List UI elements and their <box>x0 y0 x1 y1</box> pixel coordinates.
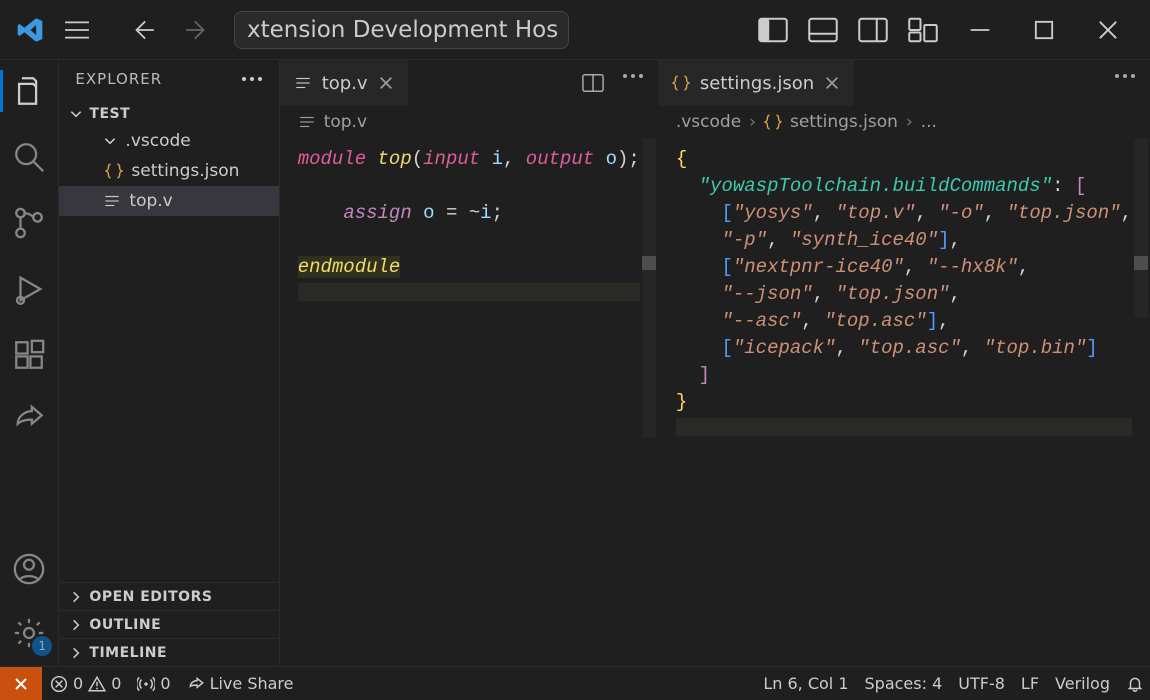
chevron-right-icon <box>69 618 83 632</box>
tab-settings-json[interactable]: settings.json <box>658 60 854 106</box>
tree-file-label: top.v <box>129 191 172 211</box>
error-count: 0 <box>73 674 83 693</box>
explorer-title: EXPLORER <box>75 70 162 88</box>
live-share-label: Live Share <box>210 674 294 693</box>
settings-badge: 1 <box>32 636 52 656</box>
braces-icon <box>764 113 782 131</box>
explorer-sidebar: EXPLORER TEST .vscode settings.json top.… <box>59 60 279 666</box>
antenna-icon <box>137 675 155 693</box>
toggle-secondary-sidebar-icon[interactable] <box>858 17 888 43</box>
menu-icon[interactable] <box>64 19 90 41</box>
breadcrumb-item: ... <box>921 112 937 132</box>
live-share-icon <box>187 675 205 693</box>
tab-bar: settings.json <box>658 60 1150 106</box>
section-outline[interactable]: OUTLINE <box>59 610 278 638</box>
title-text: xtension Development Hos <box>247 17 558 43</box>
tree-file-label: settings.json <box>131 161 239 181</box>
tab-top-v[interactable]: top.v <box>280 60 408 106</box>
command-center[interactable]: xtension Development Hos <box>234 11 569 49</box>
vscode-logo-icon <box>16 16 44 44</box>
chevron-right-icon: › <box>749 112 756 132</box>
tab-bar: top.v <box>280 60 658 106</box>
warning-icon <box>88 675 106 693</box>
activity-accounts-icon[interactable] <box>12 552 46 586</box>
chevron-down-icon <box>103 134 117 148</box>
status-bar: 0 0 0 Live Share Ln 6, Col 1 Spaces: 4 U… <box>0 666 1150 700</box>
code-editor[interactable]: { "yowaspToolchain.buildCommands": [ ["y… <box>658 138 1150 666</box>
minimize-icon[interactable] <box>966 16 994 44</box>
status-language[interactable]: Verilog <box>1055 674 1110 693</box>
breadcrumb-item: top.v <box>324 112 367 132</box>
warning-count: 0 <box>111 674 121 693</box>
forward-arrow-icon <box>184 17 210 43</box>
more-icon[interactable] <box>241 75 263 83</box>
activity-source-control-icon[interactable] <box>12 206 46 240</box>
chevron-right-icon: › <box>906 112 913 132</box>
activity-explorer-icon[interactable] <box>12 74 46 108</box>
toggle-panel-icon[interactable] <box>808 17 838 43</box>
breadcrumb[interactable]: top.v <box>280 106 658 138</box>
maximize-icon[interactable] <box>1030 16 1058 44</box>
status-problems[interactable]: 0 0 <box>50 674 121 693</box>
section-open-editors[interactable]: OPEN EDITORS <box>59 582 278 610</box>
more-icon[interactable] <box>1114 72 1136 94</box>
tree-folder-label: .vscode <box>125 131 190 151</box>
activity-extensions-icon[interactable] <box>12 338 46 372</box>
status-ports[interactable]: 0 <box>137 674 170 693</box>
error-icon <box>50 675 68 693</box>
code-editor[interactable]: module top(input i, output o); assign o … <box>280 138 658 666</box>
tree-folder-vscode[interactable]: .vscode <box>59 126 278 156</box>
toggle-primary-sidebar-icon[interactable] <box>758 17 788 43</box>
activity-settings-icon[interactable]: 1 <box>12 616 46 650</box>
tab-label: top.v <box>322 73 368 94</box>
editor-group-right: settings.json .vscode › settings.json › … <box>658 60 1150 666</box>
more-icon[interactable] <box>622 72 644 94</box>
status-live-share[interactable]: Live Share <box>187 674 294 693</box>
folder-root-label: TEST <box>89 106 130 122</box>
folder-root[interactable]: TEST <box>59 102 278 126</box>
tree-file-settings-json[interactable]: settings.json <box>59 156 278 186</box>
close-icon[interactable] <box>824 75 840 91</box>
lines-icon <box>103 192 121 210</box>
section-label: OUTLINE <box>89 617 161 633</box>
minimap[interactable] <box>1134 138 1148 318</box>
explorer-header: EXPLORER <box>59 60 278 98</box>
minimap[interactable] <box>642 138 656 438</box>
tree-file-top-v[interactable]: top.v <box>59 186 278 216</box>
status-indentation[interactable]: Spaces: 4 <box>865 674 943 693</box>
breadcrumb-item: .vscode <box>676 112 741 132</box>
lines-icon <box>294 74 312 92</box>
remote-indicator[interactable] <box>0 667 42 700</box>
activity-share-icon[interactable] <box>12 404 46 438</box>
status-line-col[interactable]: Ln 6, Col 1 <box>763 674 848 693</box>
section-label: OPEN EDITORS <box>89 589 212 605</box>
status-notifications-icon[interactable] <box>1126 675 1144 693</box>
close-icon[interactable] <box>378 75 394 91</box>
activity-run-debug-icon[interactable] <box>12 272 46 306</box>
customize-layout-icon[interactable] <box>908 17 938 43</box>
activity-bar: 1 <box>0 60 59 666</box>
breadcrumb[interactable]: .vscode › settings.json › ... <box>658 106 1150 138</box>
activity-search-icon[interactable] <box>12 140 46 174</box>
chevron-right-icon <box>69 646 83 660</box>
lines-icon <box>298 113 316 131</box>
section-timeline[interactable]: TIMELINE <box>59 638 278 666</box>
status-eol[interactable]: LF <box>1021 674 1039 693</box>
braces-icon <box>105 162 123 180</box>
close-window-icon[interactable] <box>1094 16 1122 44</box>
breadcrumb-item: settings.json <box>790 112 898 132</box>
split-editor-icon[interactable] <box>582 72 604 94</box>
tab-label: settings.json <box>700 73 814 94</box>
braces-icon <box>672 74 690 92</box>
status-encoding[interactable]: UTF-8 <box>958 674 1005 693</box>
editor-group-left: top.v top.v module top(input i, output o… <box>280 60 658 666</box>
chevron-down-icon <box>69 107 83 121</box>
titlebar: xtension Development Hos <box>0 0 1150 60</box>
back-arrow-icon[interactable] <box>130 17 156 43</box>
section-label: TIMELINE <box>89 645 167 661</box>
chevron-right-icon <box>69 590 83 604</box>
ports-count: 0 <box>160 674 170 693</box>
